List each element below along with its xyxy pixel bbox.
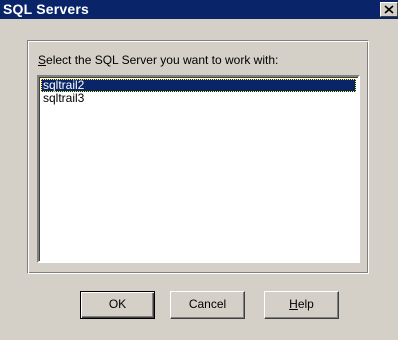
help-label-rest: elp [297,297,314,311]
help-mnemonic: H [289,297,298,311]
title-bar[interactable]: SQL Servers [0,0,398,19]
prompt-mnemonic: S [38,53,47,67]
server-listbox[interactable]: sqltrail2 sqltrail3 [37,75,360,263]
server-list-item[interactable]: sqltrail2 [41,79,356,92]
cancel-button[interactable]: Cancel [170,291,245,319]
prompt-text: elect the SQL Server you want to work wi… [46,53,279,67]
sql-servers-dialog: SQL Servers Select the SQL Server you wa… [0,0,398,340]
close-button[interactable] [380,2,398,17]
select-server-prompt: Select the SQL Server you want to work w… [38,53,278,67]
dialog-title: SQL Servers [3,1,89,17]
ok-button[interactable]: OK [80,291,155,319]
help-button[interactable]: Help [264,291,339,319]
server-list-item[interactable]: sqltrail3 [41,92,356,105]
